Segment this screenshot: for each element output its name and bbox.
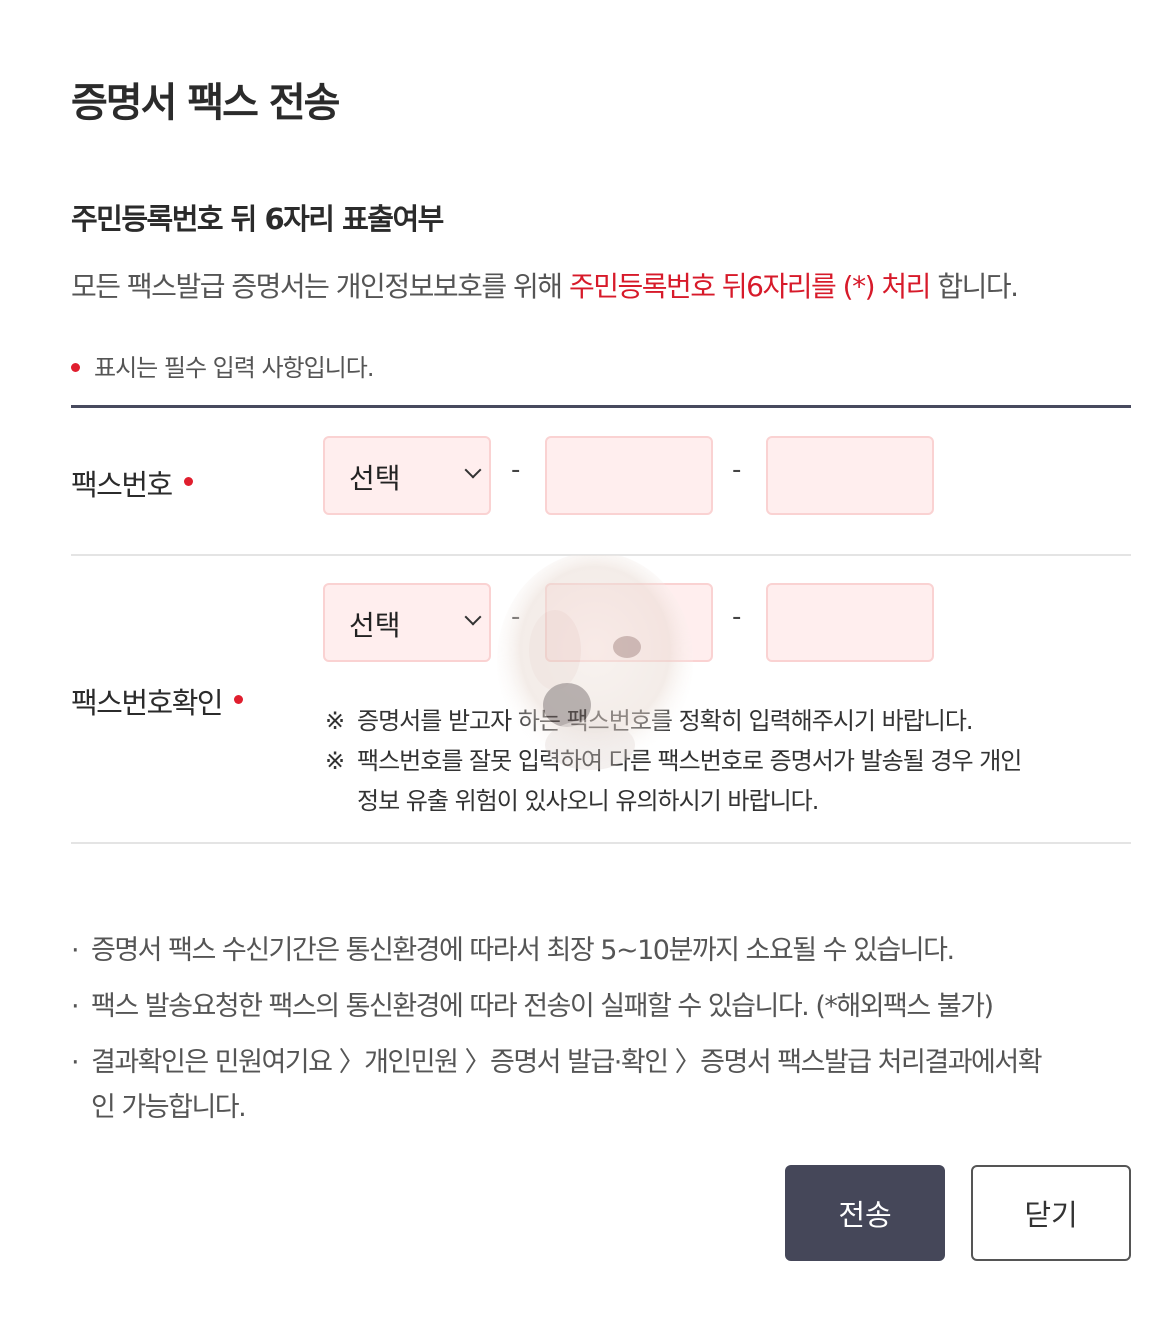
info-item-3: · 결과확인은 민원여기요 〉개인민원 〉증명서 발급·확인 〉증명서 팩스발급 …	[71, 1040, 1043, 1079]
fax-number-area-select-value: 선택	[349, 462, 401, 495]
row-divider	[71, 842, 1131, 844]
required-note-text: 표시는 필수 입력 사항입니다.	[94, 354, 374, 382]
chevron-down-icon	[464, 608, 482, 626]
info-item-2-text: 팩스 발송요청한 팩스의 통신환경에 따라 전송이 실패할 수 있습니다. (*…	[91, 991, 994, 1022]
bullet-icon: ·	[71, 991, 80, 1022]
masking-description: 모든 팩스발급 증명서는 개인정보보호를 위해 주민등록번호 뒤6자리를 (*)…	[71, 265, 1019, 305]
fax-number-area-select[interactable]: 선택	[323, 436, 491, 515]
fax-number-part2-input[interactable]	[545, 436, 713, 515]
fax-number-separator-1: -	[511, 455, 521, 485]
required-dot-icon	[234, 694, 244, 704]
bullet-icon: ·	[71, 1047, 80, 1078]
fax-number-label-text: 팩스번호	[71, 468, 173, 502]
fax-number-separator-2: -	[732, 455, 742, 485]
notice-2-text: 팩스번호를 잘못 입력하여 다른 팩스번호로 증명서가 발송될 경우 개인	[357, 747, 1022, 775]
masking-heading: 주민등록번호 뒤 6자리 표출여부	[71, 202, 444, 236]
masking-desc-suffix: 합니다.	[929, 270, 1019, 303]
masking-desc-prefix: 모든 팩스발급 증명서는 개인정보보호를 위해	[71, 270, 569, 303]
form-top-divider	[71, 405, 1131, 408]
required-dot-icon	[71, 362, 80, 372]
chevron-down-icon	[464, 461, 482, 479]
fax-confirm-notice-2-cont: 정보 유출 위험이 있사오니 유의하시기 바랍니다.	[357, 787, 819, 815]
info-item-3-text: 결과확인은 민원여기요 〉개인민원 〉증명서 발급·확인 〉증명서 팩스발급 처…	[91, 1047, 1043, 1078]
fax-confirm-area-select-value: 선택	[349, 609, 401, 642]
fax-confirm-area-select[interactable]: 선택	[323, 583, 491, 662]
notice-mark-icon: ※	[325, 747, 345, 775]
fax-number-part3-input[interactable]	[766, 436, 934, 515]
required-dot-icon	[183, 476, 193, 486]
notice-mark-icon: ※	[325, 707, 345, 735]
fax-confirm-part2-input[interactable]	[545, 583, 713, 662]
notice-1-text: 증명서를 받고자 하는 팩스번호를 정확히 입력해주시기 바랍니다.	[357, 707, 974, 735]
fax-confirm-notice-2: ※ 팩스번호를 잘못 입력하여 다른 팩스번호로 증명서가 발송될 경우 개인	[325, 741, 1022, 776]
fax-confirm-label-text: 팩스번호확인	[71, 686, 224, 720]
fax-confirm-label: 팩스번호확인	[71, 680, 244, 722]
info-item-2: · 팩스 발송요청한 팩스의 통신환경에 따라 전송이 실패할 수 있습니다. (…	[71, 984, 994, 1023]
masking-desc-highlight: 주민등록번호 뒤6자리를 (*) 처리	[568, 270, 932, 303]
bullet-icon: ·	[71, 935, 80, 966]
dialog-title: 증명서 팩스 전송	[71, 80, 340, 126]
fax-confirm-separator-2: -	[732, 602, 742, 632]
fax-confirm-part3-input[interactable]	[766, 583, 934, 662]
row-divider	[71, 554, 1131, 556]
info-item-1: · 증명서 팩스 수신기간은 통신환경에 따라서 최장 5~10분까지 소요될 수…	[71, 928, 955, 967]
close-button[interactable]: 닫기	[971, 1165, 1131, 1261]
required-note: 표시는 필수 입력 사항입니다.	[71, 348, 374, 383]
info-item-1-text: 증명서 팩스 수신기간은 통신환경에 따라서 최장 5~10분까지 소요될 수 …	[91, 935, 955, 966]
fax-confirm-notice-1: ※ 증명서를 받고자 하는 팩스번호를 정확히 입력해주시기 바랍니다.	[325, 701, 974, 736]
fax-confirm-separator-1: -	[511, 602, 521, 632]
send-button[interactable]: 전송	[785, 1165, 945, 1261]
info-item-3-cont: 인 가능합니다.	[91, 1092, 247, 1123]
fax-number-label: 팩스번호	[71, 462, 193, 504]
